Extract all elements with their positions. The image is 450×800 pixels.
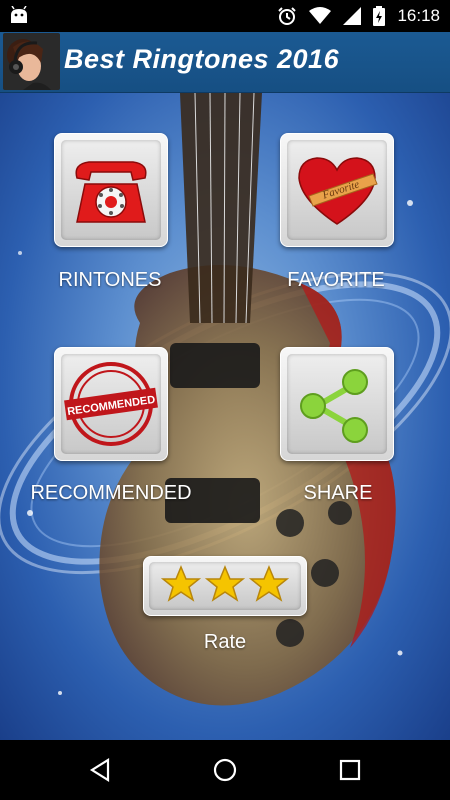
back-icon[interactable] bbox=[86, 756, 114, 784]
ringtones-label[interactable]: RINTONES bbox=[54, 269, 166, 292]
app-logo bbox=[3, 33, 60, 90]
recents-icon[interactable] bbox=[336, 756, 364, 784]
clock-time: 16:18 bbox=[397, 6, 440, 25]
favorite-label[interactable]: FAVORITE bbox=[266, 269, 406, 292]
ringtones-button[interactable] bbox=[54, 133, 168, 247]
signal-icon bbox=[343, 7, 362, 25]
navigation-bar bbox=[0, 740, 450, 800]
app-bar: Best Ringtones 2016 bbox=[0, 32, 450, 93]
alarm-icon bbox=[277, 6, 297, 26]
rate-label[interactable]: Rate bbox=[175, 631, 275, 654]
recommended-button[interactable]: RECOMMENDED bbox=[54, 347, 168, 461]
telephone-icon bbox=[75, 161, 147, 223]
wifi-icon bbox=[309, 7, 332, 25]
home-icon[interactable] bbox=[211, 756, 239, 784]
recommended-stamp-icon: RECOMMENDED bbox=[64, 362, 158, 446]
battery-icon bbox=[373, 6, 386, 26]
android-icon bbox=[8, 6, 30, 26]
status-bar: 16:18 bbox=[0, 0, 450, 32]
stars-icon bbox=[160, 565, 290, 602]
heart-icon: Favorite bbox=[298, 157, 378, 225]
recommended-label[interactable]: RECOMMENDED bbox=[20, 482, 202, 505]
rate-button[interactable] bbox=[143, 556, 307, 616]
main-content: RINTONES Favorite FAVORITE RECOMMENDED R… bbox=[0, 93, 450, 740]
share-label[interactable]: SHARE bbox=[280, 482, 396, 505]
app-title: Best Ringtones 2016 bbox=[64, 44, 340, 74]
favorite-button[interactable]: Favorite bbox=[280, 133, 394, 247]
share-button[interactable] bbox=[280, 347, 394, 461]
share-icon bbox=[300, 369, 368, 443]
